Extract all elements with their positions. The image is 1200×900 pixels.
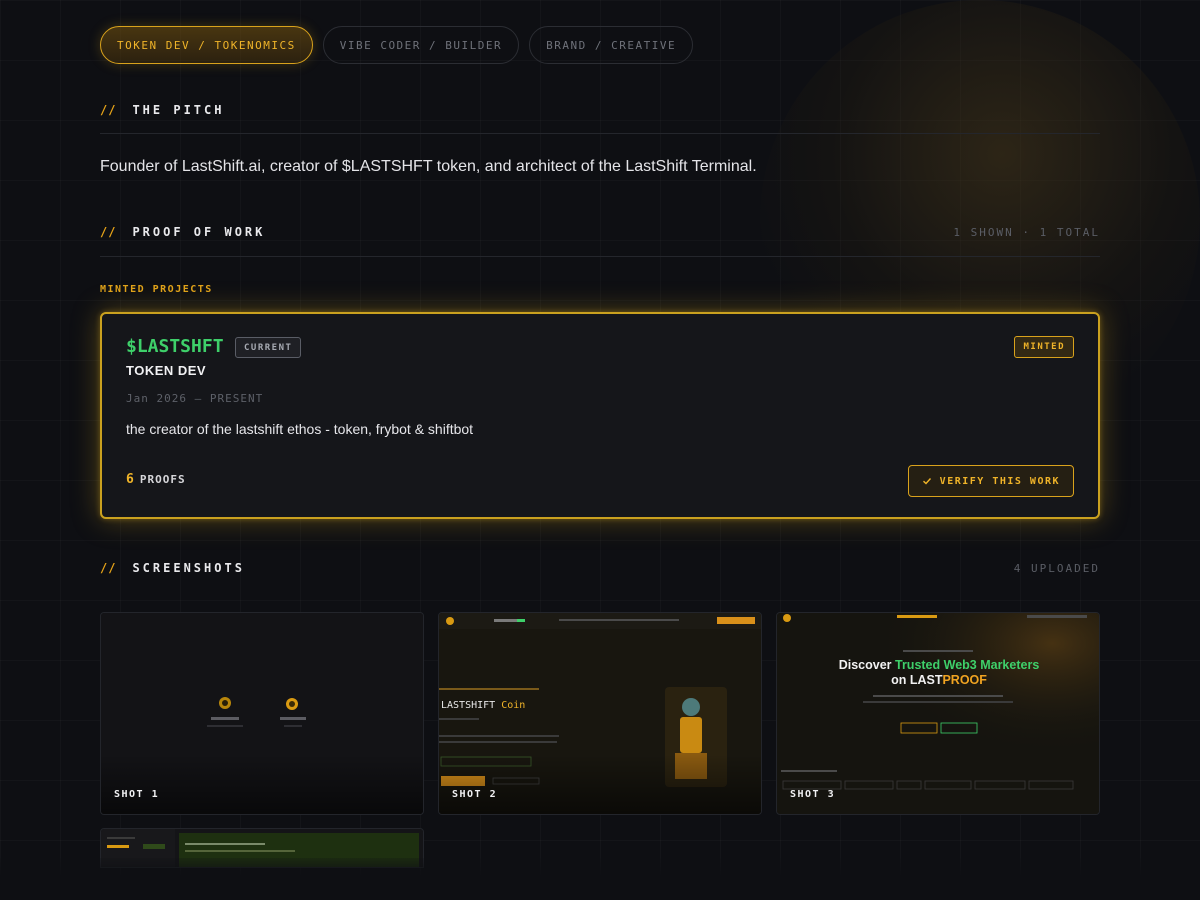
screenshot-caption: SHOT 3 [790, 789, 836, 800]
check-icon [922, 478, 931, 485]
svg-text:on LASTPROOF: on LASTPROOF [891, 673, 987, 687]
project-dates: Jan 2026 — PRESENT [126, 392, 264, 405]
verify-label: VERIFY THIS WORK [939, 475, 1060, 487]
section-title: THE PITCH [132, 103, 225, 117]
proofs-count: 6 PROOFS [126, 472, 186, 487]
current-badge: CURRENT [235, 337, 302, 358]
minted-projects-label: MINTED PROJECTS [100, 284, 213, 295]
screenshot-caption: SHOT 2 [452, 789, 498, 800]
divider [100, 256, 1100, 257]
screenshots-count: 4 UPLOADED [1013, 561, 1100, 575]
screenshot-caption: SHOT 1 [114, 789, 160, 800]
project-description: the creator of the lastshift ethos - tok… [126, 421, 474, 437]
screenshot-3-image: Discover Trusted Web3 Marketers on LASTP… [777, 613, 1099, 814]
tab-vibe-coder[interactable]: VIBE CODER / BUILDER [322, 26, 520, 64]
proofs-number: 6 [126, 472, 135, 487]
minted-badge: MINTED [1014, 336, 1074, 358]
svg-text:LASTSHIFT Coin: LASTSHIFT Coin [441, 700, 525, 711]
svg-text:Discover Trusted Web3 Marketer: Discover Trusted Web3 Marketers [839, 658, 1040, 672]
section-title: PROOF OF WORK [132, 225, 266, 239]
pitch-title-row: // THE PITCH [100, 103, 224, 117]
section-prefix: // [100, 225, 117, 239]
pow-count: 1 SHOWN · 1 TOTAL [953, 225, 1100, 239]
section-title: SCREENSHOTS [132, 561, 245, 575]
pitch-text: Founder of LastShift.ai, creator of $LAS… [100, 158, 757, 175]
project-role: TOKEN DEV [126, 363, 207, 378]
proof-of-work-header: // PROOF OF WORK 1 SHOWN · 1 TOTAL [100, 220, 1100, 244]
tab-label: VIBE CODER / BUILDER [339, 38, 503, 52]
tab-label: TOKEN DEV / TOKENOMICS [117, 38, 296, 52]
project-card[interactable]: $LASTSHFT CURRENT MINTED TOKEN DEV Jan 2… [100, 312, 1100, 519]
screenshots-header: // SCREENSHOTS 4 UPLOADED [100, 556, 1100, 580]
screenshot-thumb-1[interactable]: SHOT 1 [100, 612, 424, 815]
tab-token-dev[interactable]: TOKEN DEV / TOKENOMICS [100, 26, 313, 64]
caption-shade [439, 754, 761, 814]
screenshot-grid: SHOT 1 LASTSHIFT Coin SHOT 2 Discover Tr… [100, 612, 1100, 815]
divider [100, 133, 1100, 134]
project-ticker: $LASTSHFT [126, 336, 224, 357]
pow-title-row: // PROOF OF WORK [100, 225, 265, 239]
pitch-section-header: // THE PITCH [100, 98, 1100, 122]
verify-work-button[interactable]: VERIFY THIS WORK [907, 465, 1074, 497]
screenshots-title-row: // SCREENSHOTS [100, 561, 245, 575]
screenshot-thumb-2[interactable]: LASTSHIFT Coin SHOT 2 [438, 612, 762, 815]
tab-label: BRAND / CREATIVE [546, 38, 677, 52]
screenshot-thumb-3[interactable]: Discover Trusted Web3 Marketers on LASTP… [776, 612, 1100, 815]
tab-brand-creative[interactable]: BRAND / CREATIVE [529, 26, 694, 64]
category-tabs: TOKEN DEV / TOKENOMICS VIBE CODER / BUIL… [100, 26, 694, 64]
proofs-label: PROOFS [139, 473, 186, 486]
bottom-fade [0, 858, 1200, 900]
caption-shade [101, 754, 423, 814]
section-prefix: // [100, 103, 117, 117]
section-prefix: // [100, 561, 117, 575]
